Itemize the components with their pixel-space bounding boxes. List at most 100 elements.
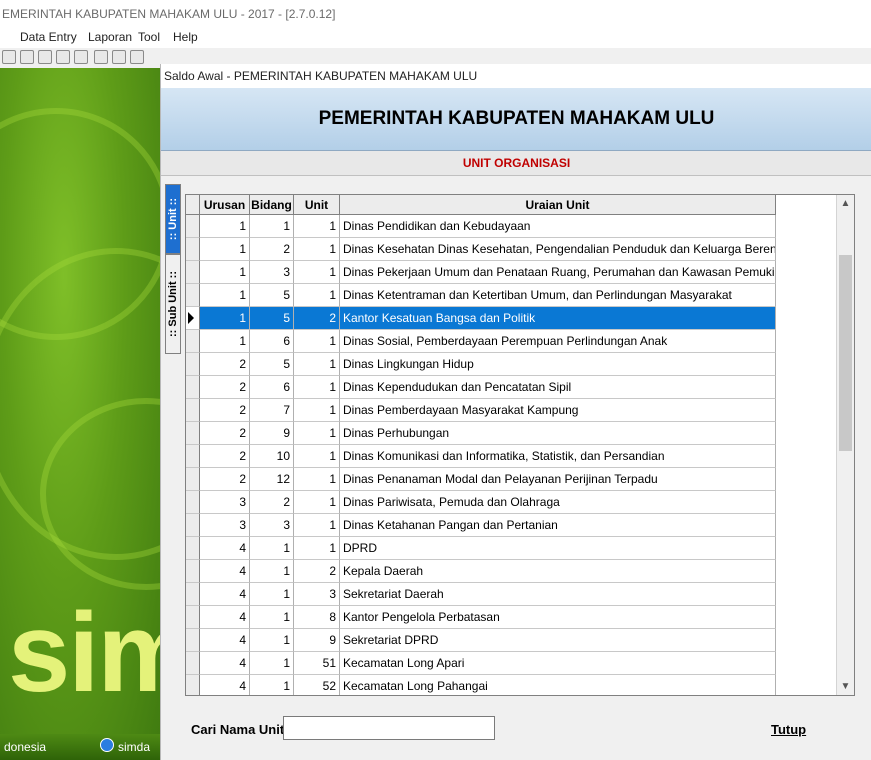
table-row[interactable]: 1 5 1 Dinas Ketentraman dan Ketertiban Umum… [186, 284, 776, 307]
table-row[interactable]: 4 1 52 Kecamatan Long Pahangai [186, 675, 776, 695]
cell-unit[interactable]: 1 [294, 537, 340, 560]
cell-bidang[interactable]: 5 [250, 284, 294, 307]
table-row[interactable]: 2 5 1 Dinas Lingkungan Hidup [186, 353, 776, 376]
cell-bidang[interactable]: 5 [250, 353, 294, 376]
header-uraian-unit[interactable]: Uraian Unit [340, 195, 776, 215]
close-button[interactable]: Tutup [771, 722, 806, 737]
cell-urusan[interactable]: 4 [200, 606, 250, 629]
table-row[interactable]: 4 1 1 DPRD [186, 537, 776, 560]
search-input[interactable] [283, 716, 495, 740]
cell-unit[interactable]: 52 [294, 675, 340, 695]
cell-unit[interactable]: 8 [294, 606, 340, 629]
cell-uraian[interactable]: Dinas Ketentraman dan Ketertiban Umum, d… [340, 284, 776, 307]
unit-grid[interactable]: Urusan Bidang Unit Uraian Unit 1 1 1 Dinas … [185, 194, 855, 696]
cell-bidang[interactable]: 5 [250, 307, 294, 330]
cell-urusan[interactable]: 1 [200, 215, 250, 238]
cell-unit[interactable]: 51 [294, 652, 340, 675]
cell-urusan[interactable]: 1 [200, 307, 250, 330]
cell-unit[interactable]: 3 [294, 583, 340, 606]
cell-urusan[interactable]: 4 [200, 675, 250, 695]
cell-bidang[interactable]: 6 [250, 330, 294, 353]
table-row[interactable]: 1 2 1 Dinas Kesehatan Dinas Kesehatan, Peng… [186, 238, 776, 261]
cell-uraian[interactable]: Dinas Pekerjaan Umum dan Penataan Ruang,… [340, 261, 776, 284]
cell-uraian[interactable]: Dinas Pendidikan dan Kebudayaan [340, 215, 776, 238]
cell-unit[interactable]: 1 [294, 445, 340, 468]
cell-unit[interactable]: 1 [294, 215, 340, 238]
cell-uraian[interactable]: Dinas Pemberdayaan Masyarakat Kampung [340, 399, 776, 422]
copy-icon[interactable] [112, 50, 126, 64]
table-row[interactable]: 1 6 1 Dinas Sosial, Pemberdayaan Perempuan … [186, 330, 776, 353]
cell-uraian[interactable]: Dinas Kesehatan Dinas Kesehatan, Pengend… [340, 238, 776, 261]
table-row[interactable]: 1 3 1 Dinas Pekerjaan Umum dan Penataan Rua… [186, 261, 776, 284]
cell-unit[interactable]: 1 [294, 468, 340, 491]
table-row[interactable]: 4 1 3 Sekretariat Daerah [186, 583, 776, 606]
cell-uraian[interactable]: Dinas Komunikasi dan Informatika, Statis… [340, 445, 776, 468]
cell-unit[interactable]: 2 [294, 560, 340, 583]
cell-unit[interactable]: 1 [294, 330, 340, 353]
table-row[interactable]: 1 5 2 Kantor Kesatuan Bangsa dan Politik [186, 307, 776, 330]
cell-bidang[interactable]: 2 [250, 238, 294, 261]
cell-bidang[interactable]: 1 [250, 215, 294, 238]
cell-urusan[interactable]: 4 [200, 652, 250, 675]
cell-bidang[interactable]: 10 [250, 445, 294, 468]
cell-uraian[interactable]: Kantor Pengelola Perbatasan [340, 606, 776, 629]
scroll-thumb[interactable] [839, 255, 852, 451]
cell-uraian[interactable]: DPRD [340, 537, 776, 560]
cell-uraian[interactable]: Kecamatan Long Pahangai [340, 675, 776, 695]
cell-bidang[interactable]: 7 [250, 399, 294, 422]
header-bidang[interactable]: Bidang [250, 195, 294, 215]
cell-unit[interactable]: 1 [294, 514, 340, 537]
cell-urusan[interactable]: 4 [200, 583, 250, 606]
cell-uraian[interactable]: Sekretariat DPRD [340, 629, 776, 652]
table-row[interactable]: 2 9 1 Dinas Perhubungan [186, 422, 776, 445]
cell-bidang[interactable]: 1 [250, 675, 294, 695]
scroll-up-icon[interactable]: ▲ [837, 195, 854, 212]
cell-bidang[interactable]: 9 [250, 422, 294, 445]
table-row[interactable]: 4 1 51 Kecamatan Long Apari [186, 652, 776, 675]
printer-icon[interactable] [94, 50, 108, 64]
cell-urusan[interactable]: 2 [200, 422, 250, 445]
cell-bidang[interactable]: 6 [250, 376, 294, 399]
table-row[interactable]: 2 7 1 Dinas Pemberdayaan Masyarakat Kampung [186, 399, 776, 422]
cell-urusan[interactable]: 2 [200, 376, 250, 399]
cell-unit[interactable]: 1 [294, 261, 340, 284]
cell-bidang[interactable]: 1 [250, 629, 294, 652]
cell-bidang[interactable]: 1 [250, 583, 294, 606]
cell-uraian[interactable]: Dinas Kependudukan dan Pencatatan Sipil [340, 376, 776, 399]
cell-uraian[interactable]: Dinas Pariwisata, Pemuda dan Olahraga [340, 491, 776, 514]
cell-urusan[interactable]: 3 [200, 514, 250, 537]
table-row[interactable]: 4 1 2 Kepala Daerah [186, 560, 776, 583]
table-row[interactable]: 2 12 1 Dinas Penanaman Modal dan Pelayanan … [186, 468, 776, 491]
calculator-icon[interactable] [130, 50, 144, 64]
cell-uraian[interactable]: Dinas Sosial, Pemberdayaan Perempuan Per… [340, 330, 776, 353]
arrow-icon[interactable] [74, 50, 88, 64]
cell-uraian[interactable]: Kepala Daerah [340, 560, 776, 583]
cell-bidang[interactable]: 1 [250, 606, 294, 629]
cell-uraian[interactable]: Kecamatan Long Apari [340, 652, 776, 675]
vertical-scrollbar[interactable]: ▲ ▼ [836, 195, 854, 695]
cell-uraian[interactable]: Sekretariat Daerah [340, 583, 776, 606]
header-urusan[interactable]: Urusan [200, 195, 250, 215]
cell-urusan[interactable]: 1 [200, 261, 250, 284]
cell-urusan[interactable]: 4 [200, 629, 250, 652]
table-row[interactable]: 3 3 1 Dinas Ketahanan Pangan dan Pertanian [186, 514, 776, 537]
print-icon[interactable] [38, 50, 52, 64]
cell-bidang[interactable]: 1 [250, 537, 294, 560]
tab-unit[interactable]: :: Unit :: [165, 184, 181, 254]
cell-unit[interactable]: 1 [294, 491, 340, 514]
menu-help[interactable]: Help [173, 30, 198, 44]
cell-unit[interactable]: 1 [294, 376, 340, 399]
tag-icon[interactable] [56, 50, 70, 64]
cell-unit[interactable]: 1 [294, 399, 340, 422]
cell-unit[interactable]: 2 [294, 307, 340, 330]
menu-laporan[interactable]: Laporan [88, 30, 132, 44]
cell-urusan[interactable]: 1 [200, 330, 250, 353]
cell-uraian[interactable]: Dinas Lingkungan Hidup [340, 353, 776, 376]
table-row[interactable]: 2 6 1 Dinas Kependudukan dan Pencatatan Sip… [186, 376, 776, 399]
cell-uraian[interactable]: Dinas Penanaman Modal dan Pelayanan Peri… [340, 468, 776, 491]
cell-urusan[interactable]: 2 [200, 468, 250, 491]
cell-urusan[interactable]: 2 [200, 399, 250, 422]
cell-uraian[interactable]: Kantor Kesatuan Bangsa dan Politik [340, 307, 776, 330]
tab-sub-unit[interactable]: :: Sub Unit :: [165, 254, 181, 354]
table-row[interactable]: 4 1 8 Kantor Pengelola Perbatasan [186, 606, 776, 629]
